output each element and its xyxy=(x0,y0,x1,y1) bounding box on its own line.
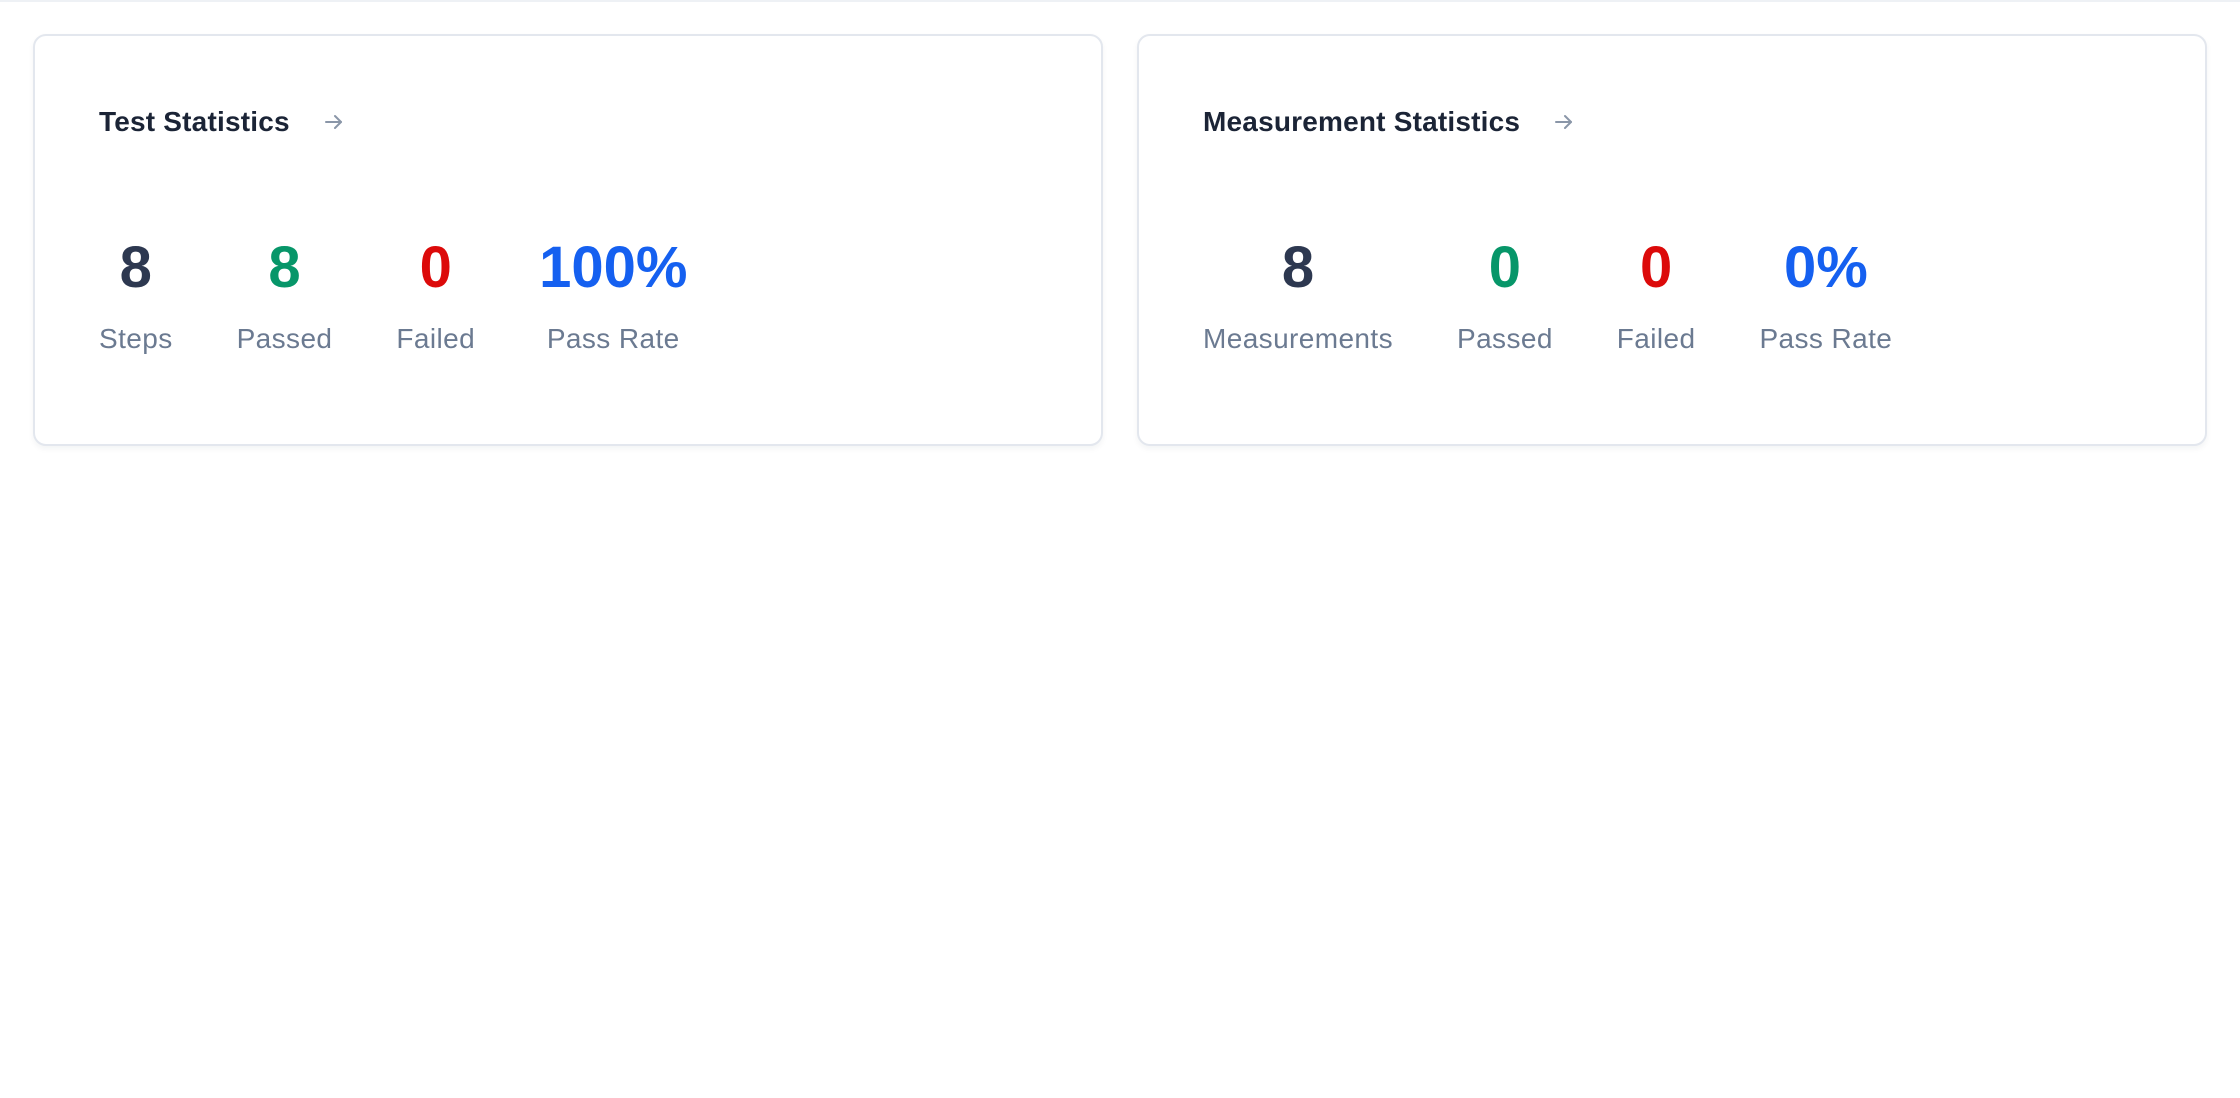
test-statistics-card: Test Statistics 8 Steps 8 Passed 0 Faile… xyxy=(33,34,1103,446)
stat-steps: 8 Steps xyxy=(99,236,173,356)
arrow-right-icon[interactable] xyxy=(1552,110,1576,134)
stat-value: 0% xyxy=(1783,235,1868,300)
stat-value: 0 xyxy=(419,235,452,300)
stat-pass-rate: 100% Pass Rate xyxy=(539,236,687,356)
stat-value: 8 xyxy=(1281,235,1315,300)
stat-measurements: 8 Measurements xyxy=(1203,236,1393,356)
stat-label: Steps xyxy=(99,323,173,354)
stat-failed: 0 Failed xyxy=(1617,236,1696,356)
top-divider xyxy=(0,0,2240,2)
stat-label: Measurements xyxy=(1203,323,1393,354)
stat-value: 0 xyxy=(1488,235,1522,300)
stat-label: Failed xyxy=(1616,323,1696,354)
stat-passed: 8 Passed xyxy=(237,236,333,356)
stat-label: Pass Rate xyxy=(546,323,680,354)
stat-failed: 0 Failed xyxy=(396,236,475,356)
stat-passed: 0 Passed xyxy=(1457,236,1553,356)
stat-pass-rate: 0% Pass Rate xyxy=(1759,236,1892,356)
stat-value: 8 xyxy=(119,235,152,300)
test-statistics-header-link[interactable]: Test Statistics xyxy=(99,102,1101,142)
stat-value: 100% xyxy=(539,235,688,300)
measurement-statistics-header-link[interactable]: Measurement Statistics xyxy=(1203,102,2205,142)
stat-label: Pass Rate xyxy=(1759,323,1893,354)
card-title: Test Statistics xyxy=(99,106,290,137)
arrow-right-icon[interactable] xyxy=(322,110,346,134)
statistics-cards: Test Statistics 8 Steps 8 Passed 0 Faile… xyxy=(33,34,2207,446)
stat-label: Passed xyxy=(1457,323,1553,354)
stats-row: 8 Measurements 0 Passed 0 Failed 0% Pass… xyxy=(1203,236,2205,356)
stat-label: Passed xyxy=(236,323,333,354)
measurement-statistics-card: Measurement Statistics 8 Measurements 0 … xyxy=(1137,34,2207,446)
stat-value: 8 xyxy=(268,235,301,300)
card-title: Measurement Statistics xyxy=(1203,106,1521,137)
stat-label: Failed xyxy=(396,323,476,354)
stat-value: 0 xyxy=(1640,235,1673,300)
stats-row: 8 Steps 8 Passed 0 Failed 100% Pass Rate xyxy=(99,236,1101,356)
